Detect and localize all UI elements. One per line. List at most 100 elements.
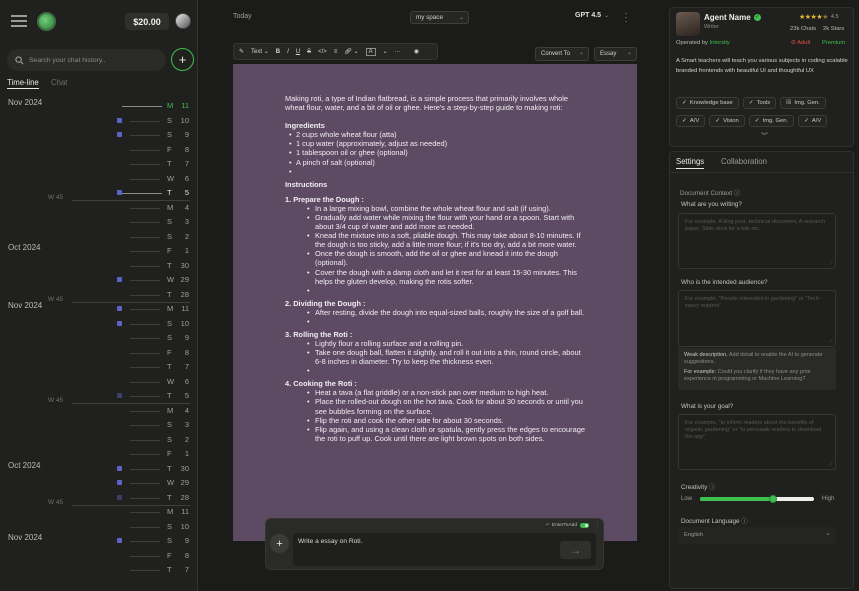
timeline-day[interactable]: S9 [167,130,189,139]
timeline-day[interactable]: T 30 [167,464,189,473]
link-icon[interactable]: 🔗︎ ⌄ [344,48,358,55]
capability-img-gen-2[interactable]: ✓ Img. Gen. [748,115,795,127]
timeline-day[interactable]: M4 [167,406,189,415]
chat-marker[interactable] [117,132,122,137]
toggle-switch[interactable] [580,522,589,528]
menu-icon[interactable] [10,14,27,28]
underline-button[interactable]: U [296,49,300,55]
text-style-select[interactable]: Text ⌄ [251,48,269,55]
timeline-day[interactable]: M 11 [167,304,189,313]
chevron-down-icon[interactable]: ⌄ [383,48,388,55]
chat-marker[interactable] [117,465,122,471]
chat-marker[interactable] [117,538,122,543]
timeline-day[interactable]: T5 [167,391,189,400]
model-select[interactable]: GPT 4.5 ⌄ [575,12,609,19]
tab-settings[interactable]: Settings [676,157,705,169]
timeline-day[interactable]: S 10 [167,522,189,531]
timeline-day[interactable]: T 28 [167,493,189,502]
enter-to-add-toggle[interactable]: ↵ EnterToAdd [546,522,589,528]
more-button[interactable]: ··· [395,49,401,55]
timeline-day[interactable]: T 28 [167,290,189,299]
capability-tools[interactable]: ✓ Tools [742,97,777,109]
document-body[interactable]: Making roti, a type of Indian flatbread,… [285,94,585,443]
search-input[interactable]: Search your chat history.. [29,57,106,64]
timeline-day[interactable]: F1 [167,246,189,255]
timeline-day[interactable]: S 10 [167,319,189,328]
document-canvas[interactable]: Making roti, a type of Indian flatbread,… [233,64,637,541]
capability-vision[interactable]: ✓ Vision [709,115,745,127]
timeline-day[interactable]: F1 [167,449,189,458]
tab-collaboration[interactable]: Collaboration [721,157,767,166]
timeline-day[interactable]: T 30 [167,261,189,270]
tab-timeline[interactable]: Time-line [7,78,39,89]
capability-av-2[interactable]: ✓ A/V [798,115,828,127]
document-context-title: Document Context ⓘ [680,188,740,197]
convert-to-select[interactable]: Convert To ⌄ [535,47,589,61]
chat-marker[interactable] [117,277,122,282]
chat-marker[interactable] [117,480,122,485]
timeline-day[interactable]: M 11 [167,101,189,110]
timeline-day[interactable]: S 10 [167,116,189,125]
new-chat-button[interactable]: + [171,48,194,71]
timeline-day[interactable]: S3 [167,420,189,429]
timeline-day[interactable]: W6 [167,174,189,183]
day-number: 2 [184,231,189,241]
timeline-day[interactable]: M 11 [167,507,189,516]
timeline-day[interactable]: T7 [167,362,189,371]
timeline-day[interactable]: M4 [167,203,189,212]
space-select[interactable]: my space ⌄ [410,11,469,24]
capability-img-gen[interactable]: ☒ Img. Gen. [780,97,826,109]
operator-link[interactable]: Intersity [710,40,730,46]
timeline-day[interactable]: S3 [167,217,189,226]
expand-chevron-icon[interactable]: ︾ [761,131,768,141]
bold-button[interactable]: B [276,49,280,55]
timeline-day[interactable]: F8 [167,348,189,357]
text-color-button[interactable]: A [365,47,376,56]
creativity-slider-handle[interactable] [768,495,777,503]
balance-badge[interactable]: $20.00 [125,13,169,30]
search-box[interactable]: Search your chat history.. [7,49,166,71]
timeline-day[interactable]: W 29 [167,478,189,487]
capability-knowledge-base[interactable]: ✓ Knowledge base [676,97,739,109]
tab-chat[interactable]: Chat [51,78,67,87]
timeline-day[interactable]: S2 [167,435,189,444]
timeline-day[interactable]: T7 [167,159,189,168]
more-vertical-icon[interactable]: · · · [623,9,629,26]
preview-eye-icon[interactable]: ◉ [414,48,419,55]
chat-marker[interactable] [117,393,122,398]
chat-marker[interactable] [117,190,122,195]
timeline-day[interactable]: T5 [167,188,189,197]
goal-field[interactable]: For example, "to inform readers about th… [678,414,836,470]
italic-button[interactable]: I [287,49,289,55]
writing-type-field[interactable]: For example, A blog post, technical docu… [678,213,836,269]
list-icon[interactable]: ≡ [334,49,338,55]
timeline-day[interactable]: S2 [167,232,189,241]
timeline-day[interactable]: T7 [167,565,189,574]
timeline-day[interactable]: F8 [167,145,189,154]
audience-field[interactable]: For example, "People interested in garde… [678,290,836,347]
timeline-day[interactable]: W6 [167,377,189,386]
weak-title: Weak description. [684,352,728,358]
attach-button[interactable]: + [270,534,289,553]
avatar[interactable] [175,13,191,29]
creativity-slider[interactable] [700,495,814,503]
capability-av[interactable]: ✓ A/V [676,115,706,127]
send-button[interactable]: → [560,541,591,559]
chat-marker[interactable] [117,306,122,311]
strikethrough-button[interactable]: S [307,49,311,55]
chat-marker[interactable] [117,320,122,326]
timeline-day[interactable]: S9 [167,333,189,342]
timeline-day[interactable]: W 29 [167,275,189,284]
chat-marker[interactable] [117,117,122,123]
composer-input[interactable]: Write a essay on Roti. → [293,533,596,566]
more-vertical-icon[interactable]: · · · [596,521,598,530]
timeline-day[interactable]: S9 [167,536,189,545]
day-number: 1 [184,449,189,458]
essay-select[interactable]: Essay ⌄ [594,47,637,61]
code-button[interactable]: </> [318,49,327,55]
language-label: Document Language ⓘ [681,516,748,525]
language-select[interactable]: English ⌄ [678,527,836,544]
timeline-day[interactable]: F8 [167,551,189,560]
chat-marker[interactable] [117,494,122,500]
edit-icon[interactable]: ✎ [239,48,244,55]
